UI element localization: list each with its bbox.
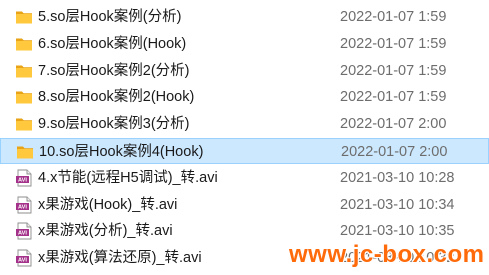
file-name: x果游戏(算法还原)_转.avi xyxy=(38,250,202,267)
file-date-modified: 2022-01-07 2:00 xyxy=(341,144,448,160)
file-list: 5.so层Hook案例(分析) 2022-01-07 1:59 6.so层Hook案… xyxy=(0,0,489,275)
file-date-modified: 2022-01-07 1:59 xyxy=(340,9,447,25)
folder-row[interactable]: 6.so层Hook案例(Hook) 2022-01-07 1:59 xyxy=(0,31,489,57)
file-row[interactable]: AVI 4.x节能(远程H5调试)_转.avi 2021-03-10 10:28 xyxy=(0,165,489,191)
file-date-modified: 2021-03-10 10:35 xyxy=(340,223,455,240)
watermark-text: www.jc-box.com xyxy=(289,241,485,268)
file-name: 5.so层Hook案例(分析) xyxy=(38,9,182,25)
file-name: x果游戏(分析)_转.avi xyxy=(38,223,173,240)
folder-row[interactable]: 8.so层Hook案例2(Hook) 2022-01-07 1:59 xyxy=(0,84,489,110)
avi-badge-label: AVI xyxy=(18,258,27,264)
folder-icon xyxy=(16,38,32,51)
file-date-modified: 2022-01-07 1:59 xyxy=(340,62,447,79)
file-date-modified: 2021-03-10 10:28 xyxy=(340,169,455,186)
file-date-modified: 2022-01-07 1:59 xyxy=(340,35,447,52)
folder-icon xyxy=(17,146,33,159)
avi-file-icon: AVI xyxy=(16,249,32,267)
avi-file-icon: AVI xyxy=(16,169,32,187)
avi-file-icon: AVI xyxy=(16,196,32,214)
folder-icon xyxy=(16,11,32,24)
folder-row[interactable]: 9.so层Hook案例3(分析) 2022-01-07 2:00 xyxy=(0,111,489,137)
file-date-modified: 2021-03-10 10:34 xyxy=(340,196,455,213)
folder-row[interactable]: 5.so层Hook案例(分析) 2022-01-07 1:59 xyxy=(0,4,489,30)
file-name: x果游戏(Hook)_转.avi xyxy=(38,196,178,213)
folder-row[interactable]: 7.so层Hook案例2(分析) 2022-01-07 1:59 xyxy=(0,58,489,84)
folder-icon xyxy=(16,65,32,78)
file-date-modified: 2022-01-07 1:59 xyxy=(340,89,447,106)
file-row[interactable]: AVI x果游戏(Hook)_转.avi 2021-03-10 10:34 xyxy=(0,192,489,218)
file-date-modified: 2022-01-07 2:00 xyxy=(340,116,447,133)
folder-row[interactable]: 10.so层Hook案例4(Hook) 2022-01-07 2:00 xyxy=(0,138,489,164)
file-name: 9.so层Hook案例3(分析) xyxy=(38,116,190,133)
folder-icon xyxy=(16,118,32,131)
avi-badge-label: AVI xyxy=(18,204,27,210)
folder-icon xyxy=(16,91,32,104)
avi-file-icon: AVI xyxy=(16,222,32,240)
file-name: 4.x节能(远程H5调试)_转.avi xyxy=(38,169,218,186)
file-name: 10.so层Hook案例4(Hook) xyxy=(39,144,204,160)
avi-badge-label: AVI xyxy=(18,231,27,237)
avi-badge-label: AVI xyxy=(18,177,27,183)
file-name: 8.so层Hook案例2(Hook) xyxy=(38,89,195,106)
file-name: 7.so层Hook案例2(分析) xyxy=(38,62,190,79)
file-name: 6.so层Hook案例(Hook) xyxy=(38,35,187,52)
